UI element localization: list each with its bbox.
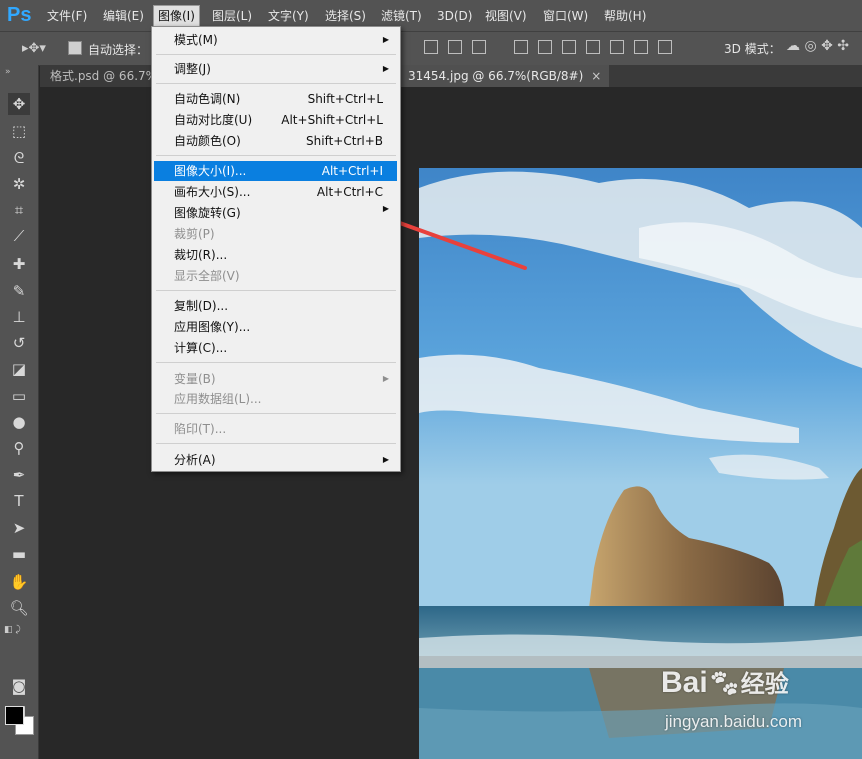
move-tool-icon[interactable]: ✥ bbox=[8, 93, 30, 115]
close-icon[interactable]: × bbox=[591, 69, 601, 83]
tab-31454-jpg[interactable]: 31454.jpg @ 66.7%(RGB/8#) × bbox=[400, 65, 610, 87]
menu-window[interactable]: 窗口(W) bbox=[539, 6, 592, 26]
distribute-buttons bbox=[514, 39, 682, 58]
paw-icon: 🐾︎ bbox=[707, 668, 741, 698]
menu-item-crop: 裁剪(P) bbox=[174, 227, 215, 241]
clone-stamp-icon[interactable]: ⊥ bbox=[8, 306, 30, 328]
menu-view[interactable]: 视图(V) bbox=[481, 6, 531, 26]
menu-separator bbox=[156, 54, 396, 55]
distribute-hcenter-icon[interactable] bbox=[610, 40, 624, 54]
tab-label: 31454.jpg @ 66.7%(RGB/8#) bbox=[408, 69, 584, 83]
type-tool-icon[interactable]: T bbox=[8, 490, 30, 512]
menu-image[interactable]: 图像(I) bbox=[153, 5, 200, 27]
menu-item-auto-contrast[interactable]: 自动对比度(U) Alt+Shift+Ctrl+L bbox=[154, 110, 397, 130]
blur-tool-icon[interactable]: ● bbox=[8, 411, 30, 433]
pen-tool-icon[interactable]: ✒ bbox=[8, 464, 30, 486]
quick-mask-icon[interactable]: ◙ bbox=[8, 675, 30, 697]
auto-select-checkbox[interactable] bbox=[68, 41, 82, 55]
3d-mode-label: 3D 模式： bbox=[724, 42, 781, 56]
menu-item-calculations[interactable]: 计算(C)... bbox=[154, 338, 397, 358]
menu-file[interactable]: 文件(F) bbox=[43, 6, 91, 26]
menu-help[interactable]: 帮助(H) bbox=[600, 6, 650, 26]
submenu-arrow-icon: ▶ bbox=[382, 64, 389, 73]
distribute-top-icon[interactable] bbox=[514, 40, 528, 54]
menu-item-variables: 变量(B) ▶ bbox=[154, 369, 397, 389]
auto-align-icon[interactable] bbox=[658, 40, 672, 54]
menu-item-image-size[interactable]: 图像大小(I)... Alt+Ctrl+I bbox=[154, 161, 397, 181]
menu-item-canvas-size[interactable]: 画布大小(S)... Alt+Ctrl+C bbox=[154, 182, 397, 202]
hand-tool-icon[interactable]: ✋ bbox=[8, 571, 30, 593]
watermark-url: jingyan.baidu.com bbox=[665, 712, 803, 731]
align-vcenter-icon[interactable] bbox=[448, 40, 462, 54]
menu-item-apply-image[interactable]: 应用图像(Y)... bbox=[154, 317, 397, 337]
crop-tool-icon[interactable]: ⌗ bbox=[8, 199, 30, 221]
menu-item-trim[interactable]: 裁切(R)... bbox=[154, 245, 397, 265]
menu-separator bbox=[156, 413, 396, 414]
watermark-brand: Bai bbox=[661, 666, 708, 699]
magic-wand-icon[interactable]: ✲ bbox=[8, 173, 30, 195]
eraser-icon[interactable]: ◪ bbox=[8, 358, 30, 380]
marquee-tool-icon[interactable]: ⬚ bbox=[8, 120, 30, 142]
menu-type[interactable]: 文字(Y) bbox=[264, 6, 313, 26]
brush-tool-icon[interactable]: ✎ bbox=[8, 280, 30, 302]
menu-select[interactable]: 选择(S) bbox=[321, 6, 370, 26]
menu-separator bbox=[156, 290, 396, 291]
menu-3d[interactable]: 3D(D) bbox=[433, 6, 476, 26]
submenu-arrow-icon: ▶ bbox=[382, 35, 389, 44]
move-tool-icon[interactable]: ▸✥▾ bbox=[22, 41, 46, 56]
lasso-tool-icon[interactable]: ᘓ bbox=[8, 147, 30, 169]
tab-format-psd[interactable]: 格式.psd @ 66.7% bbox=[50, 65, 165, 87]
color-swatches bbox=[5, 706, 35, 736]
menu-item-trap: 陷印(T)... bbox=[174, 422, 227, 436]
distribute-vcenter-icon[interactable] bbox=[538, 40, 552, 54]
menu-item-auto-tone[interactable]: 自动色调(N) Shift+Ctrl+L bbox=[154, 89, 397, 109]
menu-item-analysis[interactable]: 分析(A) ▶ bbox=[154, 450, 397, 470]
menu-layer[interactable]: 图层(L) bbox=[208, 6, 256, 26]
align-top-icon[interactable] bbox=[424, 40, 438, 54]
menu-item-apply-data-set: 应用数据组(L)... bbox=[174, 392, 262, 406]
menu-item-auto-color[interactable]: 自动颜色(O) Shift+Ctrl+B bbox=[154, 131, 397, 151]
menu-filter[interactable]: 滤镜(T) bbox=[377, 6, 426, 26]
path-selection-icon[interactable]: ➤ bbox=[8, 517, 30, 539]
zoom-tool-icon[interactable]: 🔍︎ bbox=[8, 597, 30, 619]
panel-collapse-icon[interactable]: » bbox=[5, 67, 11, 77]
menu-item-adjust[interactable]: 调整(J) ▶ bbox=[154, 59, 397, 79]
dodge-tool-icon[interactable]: ⚲ bbox=[8, 437, 30, 459]
menu-item-duplicate[interactable]: 复制(D)... bbox=[154, 296, 397, 316]
menu-item-image-rotation[interactable]: 图像旋转(G) ▶ bbox=[154, 203, 397, 223]
distribute-right-icon[interactable] bbox=[634, 40, 648, 54]
align-bottom-icon[interactable] bbox=[472, 40, 486, 54]
menu-separator bbox=[156, 155, 396, 156]
menu-separator bbox=[156, 362, 396, 363]
distribute-bottom-icon[interactable] bbox=[562, 40, 576, 54]
image-menu-dropdown: 模式(M) ▶ 调整(J) ▶ 自动色调(N) Shift+Ctrl+L 自动对比度(… bbox=[151, 26, 401, 472]
eyedropper-icon[interactable]: ⟋ bbox=[8, 225, 30, 247]
menu-edit[interactable]: 编辑(E) bbox=[99, 6, 148, 26]
menu-item-reveal-all: 显示全部(V) bbox=[174, 269, 240, 283]
menu-separator bbox=[156, 83, 396, 84]
auto-select-label: 自动选择： bbox=[88, 43, 149, 57]
foreground-color[interactable] bbox=[5, 706, 24, 725]
menu-separator bbox=[156, 443, 396, 444]
baidu-jingyan-watermark: Bai🐾︎经验 jingyan.baidu.com bbox=[661, 662, 861, 742]
distribute-left-icon[interactable] bbox=[586, 40, 600, 54]
submenu-arrow-icon: ▶ bbox=[382, 204, 389, 213]
gradient-icon[interactable]: ▭ bbox=[8, 385, 30, 407]
menu-bar: Ps 文件(F) 编辑(E) 图像(I) 图层(L) 文字(Y) 选择(S) 滤… bbox=[0, 0, 862, 31]
submenu-arrow-icon: ▶ bbox=[382, 374, 389, 383]
history-brush-icon[interactable]: ↺ bbox=[8, 332, 30, 354]
align-buttons bbox=[424, 39, 496, 58]
3d-rotate-icons[interactable]: ☁ ◎ ✥ ✣ bbox=[786, 38, 849, 54]
watermark-brand-suffix: 经验 bbox=[740, 671, 789, 698]
menu-item-mode[interactable]: 模式(M) ▶ bbox=[154, 30, 397, 50]
rectangle-tool-icon[interactable]: ▬ bbox=[8, 543, 30, 565]
default-colors-icon[interactable]: ◧ ⤸ bbox=[4, 625, 21, 635]
healing-brush-icon[interactable]: ✚ bbox=[8, 253, 30, 275]
tools-panel: » ✥ ⬚ ᘓ ✲ ⌗ ⟋ ✚ ✎ ⊥ ↺ ◪ ▭ ● ⚲ ✒ T ➤ ▬ ✋ … bbox=[0, 65, 39, 759]
submenu-arrow-icon: ▶ bbox=[382, 455, 389, 464]
photoshop-logo: Ps bbox=[7, 4, 32, 26]
